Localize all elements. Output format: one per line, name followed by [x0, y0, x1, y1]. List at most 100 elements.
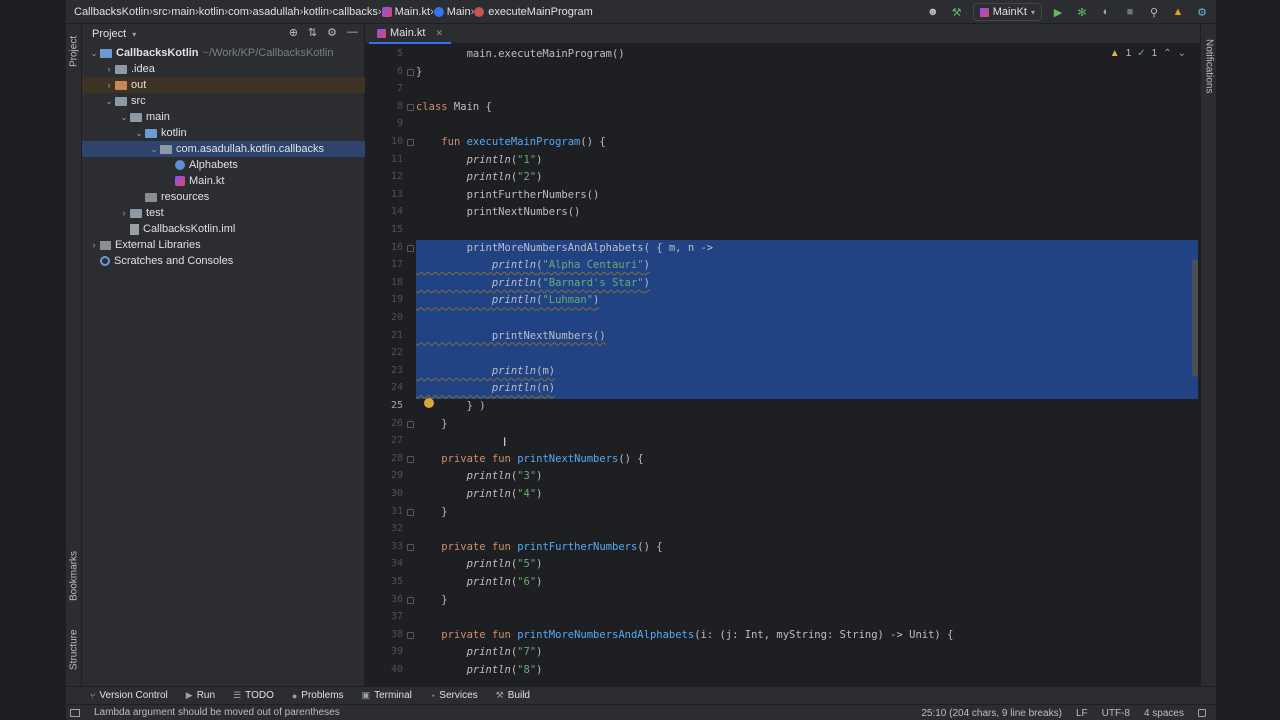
code-area[interactable]: main.executeMainProgram()} class Main { f… — [416, 44, 1198, 686]
debug-icon[interactable]: ✻ — [1074, 4, 1090, 20]
tool-window-todo[interactable]: ☰ TODO — [233, 690, 274, 701]
tree-item[interactable]: › .idea — [82, 61, 365, 77]
fold-marker-icon[interactable] — [407, 596, 414, 604]
notifications-tool-button[interactable]: Notifications — [1201, 28, 1217, 104]
tree-item[interactable]: Scratches and Consoles — [82, 253, 365, 269]
tool-window-terminal[interactable]: ▣ Terminal — [362, 690, 412, 701]
chevron-down-icon[interactable]: ⌄ — [118, 112, 130, 123]
structure-tool-button[interactable]: Structure — [66, 622, 82, 678]
run-icon[interactable]: ▶ — [1050, 4, 1066, 20]
tree-item[interactable]: CallbacksKotlin.iml — [82, 221, 365, 237]
vertical-scrollbar[interactable] — [1192, 259, 1198, 377]
tree-item[interactable]: ⌄ src — [82, 93, 365, 109]
tool-window-run[interactable]: ▶ Run — [186, 690, 215, 701]
code-editor[interactable]: 5 6 7 8 9 10 11 12 13 14 15 16 17 18 19 20 21 22 23 24 25 26 2… — [365, 44, 1200, 686]
chevron-right-icon[interactable]: › — [88, 240, 100, 250]
chevron-down-icon[interactable]: ⌄ — [133, 128, 145, 139]
tree-item[interactable]: › test — [82, 205, 365, 221]
chevron-right-icon[interactable]: › — [118, 208, 130, 218]
tree-item[interactable]: Main.kt — [82, 173, 365, 189]
code-line-text: } — [416, 417, 448, 430]
breadcrumb-item[interactable]: com — [228, 6, 249, 18]
tab-main-kt[interactable]: Main.kt ✕ — [369, 24, 452, 44]
tool-window-build[interactable]: ⚒ Build — [496, 690, 530, 701]
breadcrumb-item[interactable]: CallbacksKotlin — [74, 6, 149, 18]
stop-icon[interactable]: ■ — [1122, 4, 1138, 20]
code-line-text: } — [416, 65, 423, 78]
bookmarks-tool-button[interactable]: Bookmarks — [66, 546, 82, 606]
tool-window-version-control[interactable]: ⑂ Version Control — [90, 690, 168, 701]
fold-marker-icon[interactable] — [407, 244, 414, 252]
minimize-icon[interactable]: — — [347, 26, 358, 39]
breadcrumb-item[interactable]: main — [171, 6, 195, 18]
tree-item-label: com.asadullah.kotlin.callbacks — [176, 143, 324, 155]
code-line: private fun printMoreNumbersAndAlphabets… — [416, 627, 953, 644]
coverage-icon[interactable]: ◐ — [1098, 4, 1114, 20]
status-toggle-icon[interactable] — [70, 708, 80, 717]
code-line: printNextNumbers() — [416, 204, 581, 221]
tree-item[interactable]: Alphabets — [82, 157, 365, 173]
lock-icon[interactable] — [1198, 709, 1206, 717]
code-line-text: class Main { — [416, 100, 492, 113]
indent-setting[interactable]: 4 spaces — [1144, 708, 1184, 719]
search-icon[interactable]: ⚲ — [1146, 4, 1162, 20]
run-config-select[interactable]: MainKt ▾ — [972, 3, 1042, 21]
close-icon[interactable]: ✕ — [435, 28, 443, 39]
breadcrumb-item[interactable]: src — [153, 6, 168, 18]
tool-window-services[interactable]: ◔ Services — [430, 690, 478, 701]
code-line: println(m) — [416, 363, 555, 380]
breadcrumb-item[interactable]: Main — [433, 6, 471, 18]
fold-marker-icon[interactable] — [407, 508, 414, 516]
chevron-right-icon[interactable]: › — [103, 80, 115, 90]
breadcrumb-item[interactable]: callbacks — [333, 6, 378, 18]
tool-window-problems[interactable]: ● Problems — [292, 690, 344, 701]
hammer-icon[interactable]: ⚒ — [949, 4, 965, 20]
breadcrumb-label: kotlin — [303, 5, 329, 18]
lightbulb-icon[interactable] — [424, 398, 434, 408]
breadcrumb-item[interactable]: kotlin — [303, 6, 329, 18]
chevron-down-icon[interactable]: ⌄ — [103, 96, 115, 107]
fold-marker-icon[interactable] — [407, 631, 414, 639]
user-icon[interactable]: ☻ — [925, 4, 941, 20]
breadcrumb-item[interactable]: executeMainProgram — [474, 6, 593, 18]
fold-marker-icon[interactable] — [407, 103, 414, 111]
gear-icon[interactable]: ⚙ — [327, 26, 337, 39]
fold-marker-icon[interactable] — [407, 139, 414, 146]
tree-item[interactable]: ⌄ main — [82, 109, 365, 125]
settings-icon[interactable]: ⚙ — [1194, 4, 1210, 20]
line-number: 20 — [390, 312, 403, 323]
project-tool-button[interactable]: Project — [66, 28, 82, 74]
tree-item[interactable]: › External Libraries — [82, 237, 365, 253]
fold-marker-icon[interactable] — [407, 455, 414, 463]
chevron-right-icon[interactable]: › — [103, 64, 115, 74]
code-line-text: println(m) — [491, 364, 556, 377]
project-panel-actions: ⊕ ⇅ ⚙ — — [289, 26, 358, 39]
tree-item[interactable]: ⌄ CallbacksKotlin ~/Work/KP/CallbacksKotli… — [82, 45, 365, 61]
fold-marker-icon[interactable] — [407, 420, 414, 428]
fold-marker-icon[interactable] — [407, 543, 414, 551]
collapse-all-icon[interactable]: ⇅ — [308, 26, 317, 39]
tree-item[interactable]: ⌄ com.asadullah.kotlin.callbacks — [82, 141, 365, 157]
line-ending[interactable]: LF — [1076, 708, 1088, 719]
right-tool-stripe: Notifications — [1200, 24, 1216, 686]
breadcrumb-item[interactable]: Main.kt — [381, 5, 431, 18]
file-encoding[interactable]: UTF-8 — [1102, 708, 1130, 719]
locate-icon[interactable]: ⊕ — [289, 26, 298, 39]
breadcrumb-item[interactable]: kotlin — [199, 6, 225, 18]
chevron-down-icon[interactable]: ⌄ — [148, 144, 160, 155]
chevron-up-icon[interactable]: ⌃ — [1163, 48, 1171, 59]
chevron-down-icon[interactable]: ⌄ — [1178, 48, 1186, 59]
tree-item[interactable]: resources — [82, 189, 365, 205]
caret-position[interactable]: 25:10 (204 chars, 9 line breaks) — [921, 708, 1062, 719]
breadcrumb-label: Main.kt — [394, 5, 431, 18]
code-line-text: println(n) — [491, 382, 556, 395]
tree-item[interactable]: › out — [82, 77, 365, 93]
tree-item-label: test — [146, 207, 164, 219]
inspection-widget[interactable]: ▲ 1 ✓ 1 ⌃ ⌄ — [1110, 48, 1186, 59]
breadcrumb-item[interactable]: asadullah — [253, 6, 300, 18]
line-number: 40 — [390, 664, 403, 675]
update-icon[interactable]: ▲ — [1170, 4, 1186, 20]
chevron-down-icon[interactable]: ⌄ — [88, 48, 100, 59]
tree-item[interactable]: ⌄ kotlin — [82, 125, 365, 141]
fold-marker-icon[interactable] — [407, 68, 414, 76]
